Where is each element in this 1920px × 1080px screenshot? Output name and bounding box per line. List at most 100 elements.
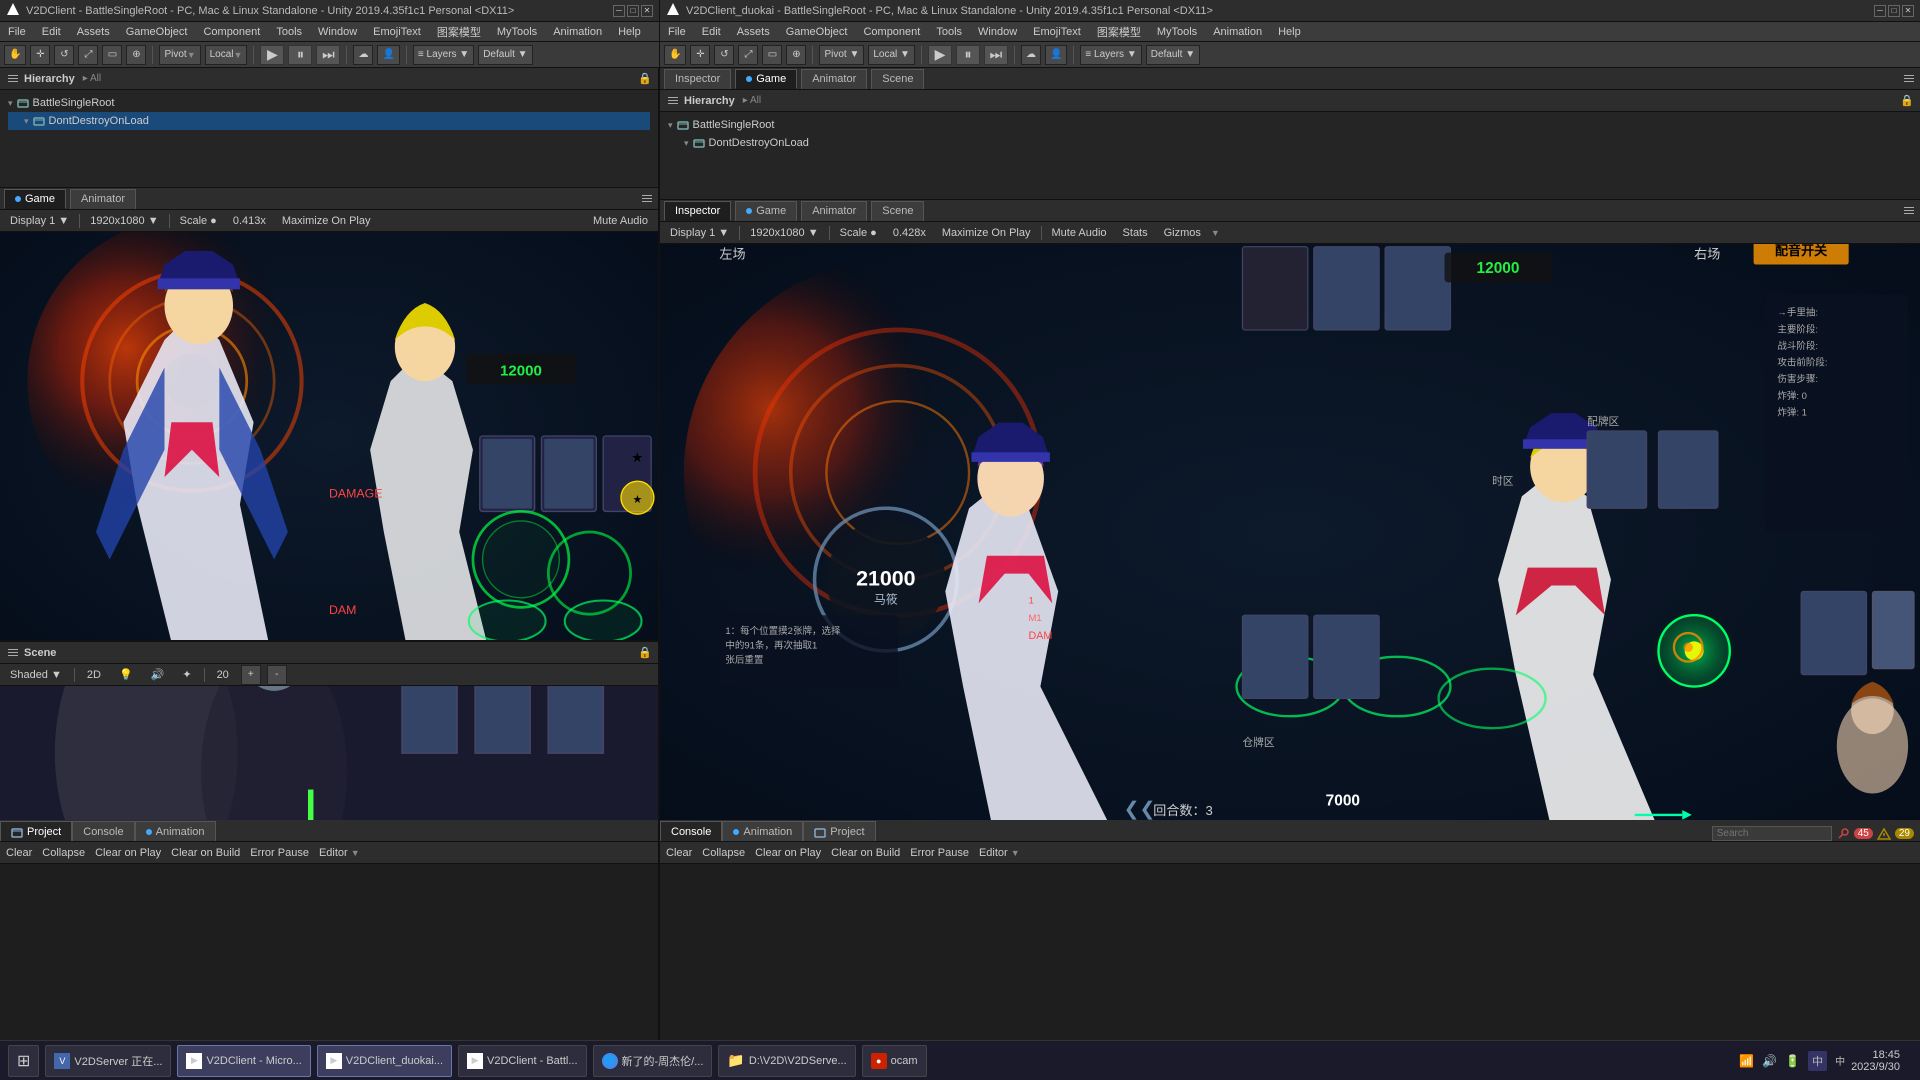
menu-component-left[interactable]: Component: [199, 26, 264, 38]
collapse-btn-left[interactable]: Collapse: [40, 847, 87, 859]
tab-animation-right[interactable]: Animation: [722, 821, 803, 841]
menu-mytools-left[interactable]: MyTools: [493, 26, 541, 38]
taskbar-v2dserver[interactable]: V V2DServer 正在...: [45, 1045, 171, 1077]
tab-inspector-right[interactable]: Inspector: [664, 69, 731, 89]
layout-btn-left[interactable]: Default ▼: [478, 45, 532, 65]
collab-btn-right[interactable]: ☁: [1021, 45, 1041, 65]
resolution-label-left[interactable]: 1920x1080 ▼: [84, 215, 164, 227]
clear-on-play-btn-right[interactable]: Clear on Play: [753, 847, 823, 859]
menu-window-right[interactable]: Window: [974, 26, 1021, 38]
taskbar-ocam[interactable]: ● ocam: [862, 1045, 927, 1077]
taskbar-browser[interactable]: 🌐 新了的-周杰伦/...: [593, 1045, 713, 1077]
menu-gameobject-left[interactable]: GameObject: [122, 26, 192, 38]
clear-btn-right[interactable]: Clear: [664, 847, 694, 859]
menu-tools-left[interactable]: Tools: [272, 26, 306, 38]
error-pause-btn-right[interactable]: Error Pause: [908, 847, 971, 859]
display-label-left[interactable]: Display 1 ▼: [4, 215, 75, 227]
menu-tools-right[interactable]: Tools: [932, 26, 966, 38]
tab-inspector-detail[interactable]: Inspector: [664, 201, 731, 221]
bottom-left-content[interactable]: [0, 864, 658, 1040]
bottom-right-content[interactable]: [660, 864, 1920, 1040]
minimize-btn-left[interactable]: ─: [613, 5, 625, 17]
collapse-btn-right[interactable]: Collapse: [700, 847, 747, 859]
pause-btn-right[interactable]: ⏸: [956, 45, 980, 65]
taskbar-datetime[interactable]: 18:45 2023/9/30: [1851, 1049, 1900, 1073]
rotate-tool-r[interactable]: ↺: [714, 45, 734, 65]
step-btn-left[interactable]: ⏭: [316, 45, 340, 65]
menu-mytools-right[interactable]: MyTools: [1153, 26, 1201, 38]
rect-tool[interactable]: ▭: [102, 45, 122, 65]
hand-tool-r[interactable]: ✋: [664, 45, 686, 65]
hierarchy-lock-left[interactable]: 🔒: [638, 72, 652, 85]
menu-edit-right[interactable]: Edit: [698, 26, 725, 38]
gizmo-btn[interactable]: 2D: [81, 669, 107, 681]
menu-pattern-right[interactable]: 图案模型: [1093, 24, 1145, 40]
taskbar-v2dclient-duokai[interactable]: ▶ V2DClient_duokai...: [317, 1045, 452, 1077]
minimize-btn-right[interactable]: ─: [1874, 5, 1886, 17]
menu-pattern-left[interactable]: 图案模型: [433, 24, 485, 40]
mute-btn-right[interactable]: Mute Audio: [1046, 227, 1113, 239]
resolution-label-right[interactable]: 1920x1080 ▼: [744, 227, 824, 239]
zoom-out[interactable]: -: [267, 665, 287, 685]
hierarchy-item-dontdestroy-right[interactable]: ▾ DontDestroyOnLoad: [668, 134, 1912, 152]
display-label-right[interactable]: Display 1 ▼: [664, 227, 735, 239]
tab-animation-left[interactable]: Animation: [135, 821, 216, 841]
scene-menu-left[interactable]: [6, 647, 20, 658]
mute-btn-left[interactable]: Mute Audio: [587, 215, 654, 227]
tab-game-detail[interactable]: Game: [735, 201, 797, 221]
stats-btn-right[interactable]: Stats: [1117, 227, 1154, 239]
maximize-btn-left[interactable]: □: [627, 5, 639, 17]
step-btn-right[interactable]: ⏭: [984, 45, 1008, 65]
tab-project-right[interactable]: Project: [803, 821, 875, 841]
close-btn-right[interactable]: ✕: [1902, 5, 1914, 17]
start-button[interactable]: ⊞: [8, 1045, 39, 1077]
tab-animator-right[interactable]: Animator: [801, 69, 867, 89]
clear-btn-left[interactable]: Clear: [4, 847, 34, 859]
scale-tool[interactable]: ⤢: [78, 45, 98, 65]
menu-file-left[interactable]: File: [4, 26, 30, 38]
menu-edit-left[interactable]: Edit: [38, 26, 65, 38]
rect-tool-r[interactable]: ▭: [762, 45, 782, 65]
secondary-tabs-menu[interactable]: [1902, 205, 1916, 216]
taskbar-v2dclient-micro[interactable]: ▶ V2DClient - Micro...: [177, 1045, 310, 1077]
clear-on-build-btn-left[interactable]: Clear on Build: [169, 847, 242, 859]
maximize-btn-game-right[interactable]: Maximize On Play: [936, 227, 1037, 239]
tab-game-left[interactable]: Game: [4, 189, 66, 209]
left-scene-content[interactable]: [0, 686, 658, 820]
clear-on-play-btn-left[interactable]: Clear on Play: [93, 847, 163, 859]
gizmos-btn-right[interactable]: Gizmos: [1158, 227, 1207, 239]
lang-indicator[interactable]: 中: [1808, 1051, 1827, 1071]
menu-emoji-left[interactable]: EmojiText: [369, 26, 425, 38]
taskbar-v2dclient-battle[interactable]: ▶ V2DClient - Battl...: [458, 1045, 586, 1077]
maximize-btn-right[interactable]: □: [1888, 5, 1900, 17]
move-tool-r[interactable]: ✛: [690, 45, 710, 65]
scale-tool-r[interactable]: ⤢: [738, 45, 758, 65]
shaded-btn[interactable]: Shaded ▼: [4, 669, 68, 681]
account-btn-left[interactable]: 👤: [377, 45, 399, 65]
clear-on-build-btn-right[interactable]: Clear on Build: [829, 847, 902, 859]
pivot-btn-r[interactable]: Pivot ▼: [819, 45, 864, 65]
lights-btn[interactable]: 💡: [113, 668, 139, 681]
play-btn-right[interactable]: ▶: [928, 45, 952, 65]
play-btn-left[interactable]: ▶: [260, 45, 284, 65]
layers-btn-left[interactable]: ≡ Layers ▼: [413, 45, 474, 65]
hand-tool[interactable]: ✋: [4, 45, 26, 65]
effects-btn[interactable]: ✦: [176, 668, 197, 681]
menu-help-right[interactable]: Help: [1274, 26, 1305, 38]
menu-component-right[interactable]: Component: [859, 26, 924, 38]
local-btn[interactable]: Local ▼: [205, 45, 248, 65]
menu-window-left[interactable]: Window: [314, 26, 361, 38]
layers-btn-right[interactable]: ≡ Layers ▼: [1080, 45, 1141, 65]
right-panel-menu[interactable]: [1902, 73, 1916, 84]
console-search[interactable]: [1712, 826, 1832, 841]
transform-tool-r[interactable]: ⊕: [786, 45, 806, 65]
menu-help-left[interactable]: Help: [614, 26, 645, 38]
menu-assets-right[interactable]: Assets: [733, 26, 774, 38]
collab-btn-left[interactable]: ☁: [353, 45, 373, 65]
tab-console-left[interactable]: Console: [72, 821, 134, 841]
tab-game-right[interactable]: Game: [735, 69, 797, 89]
viewport-menu-left[interactable]: [640, 193, 654, 204]
error-pause-btn-left[interactable]: Error Pause: [248, 847, 311, 859]
hierarchy-item-dontdestroy-left[interactable]: ▾ DontDestroyOnLoad: [8, 112, 650, 130]
menu-gameobject-right[interactable]: GameObject: [782, 26, 852, 38]
